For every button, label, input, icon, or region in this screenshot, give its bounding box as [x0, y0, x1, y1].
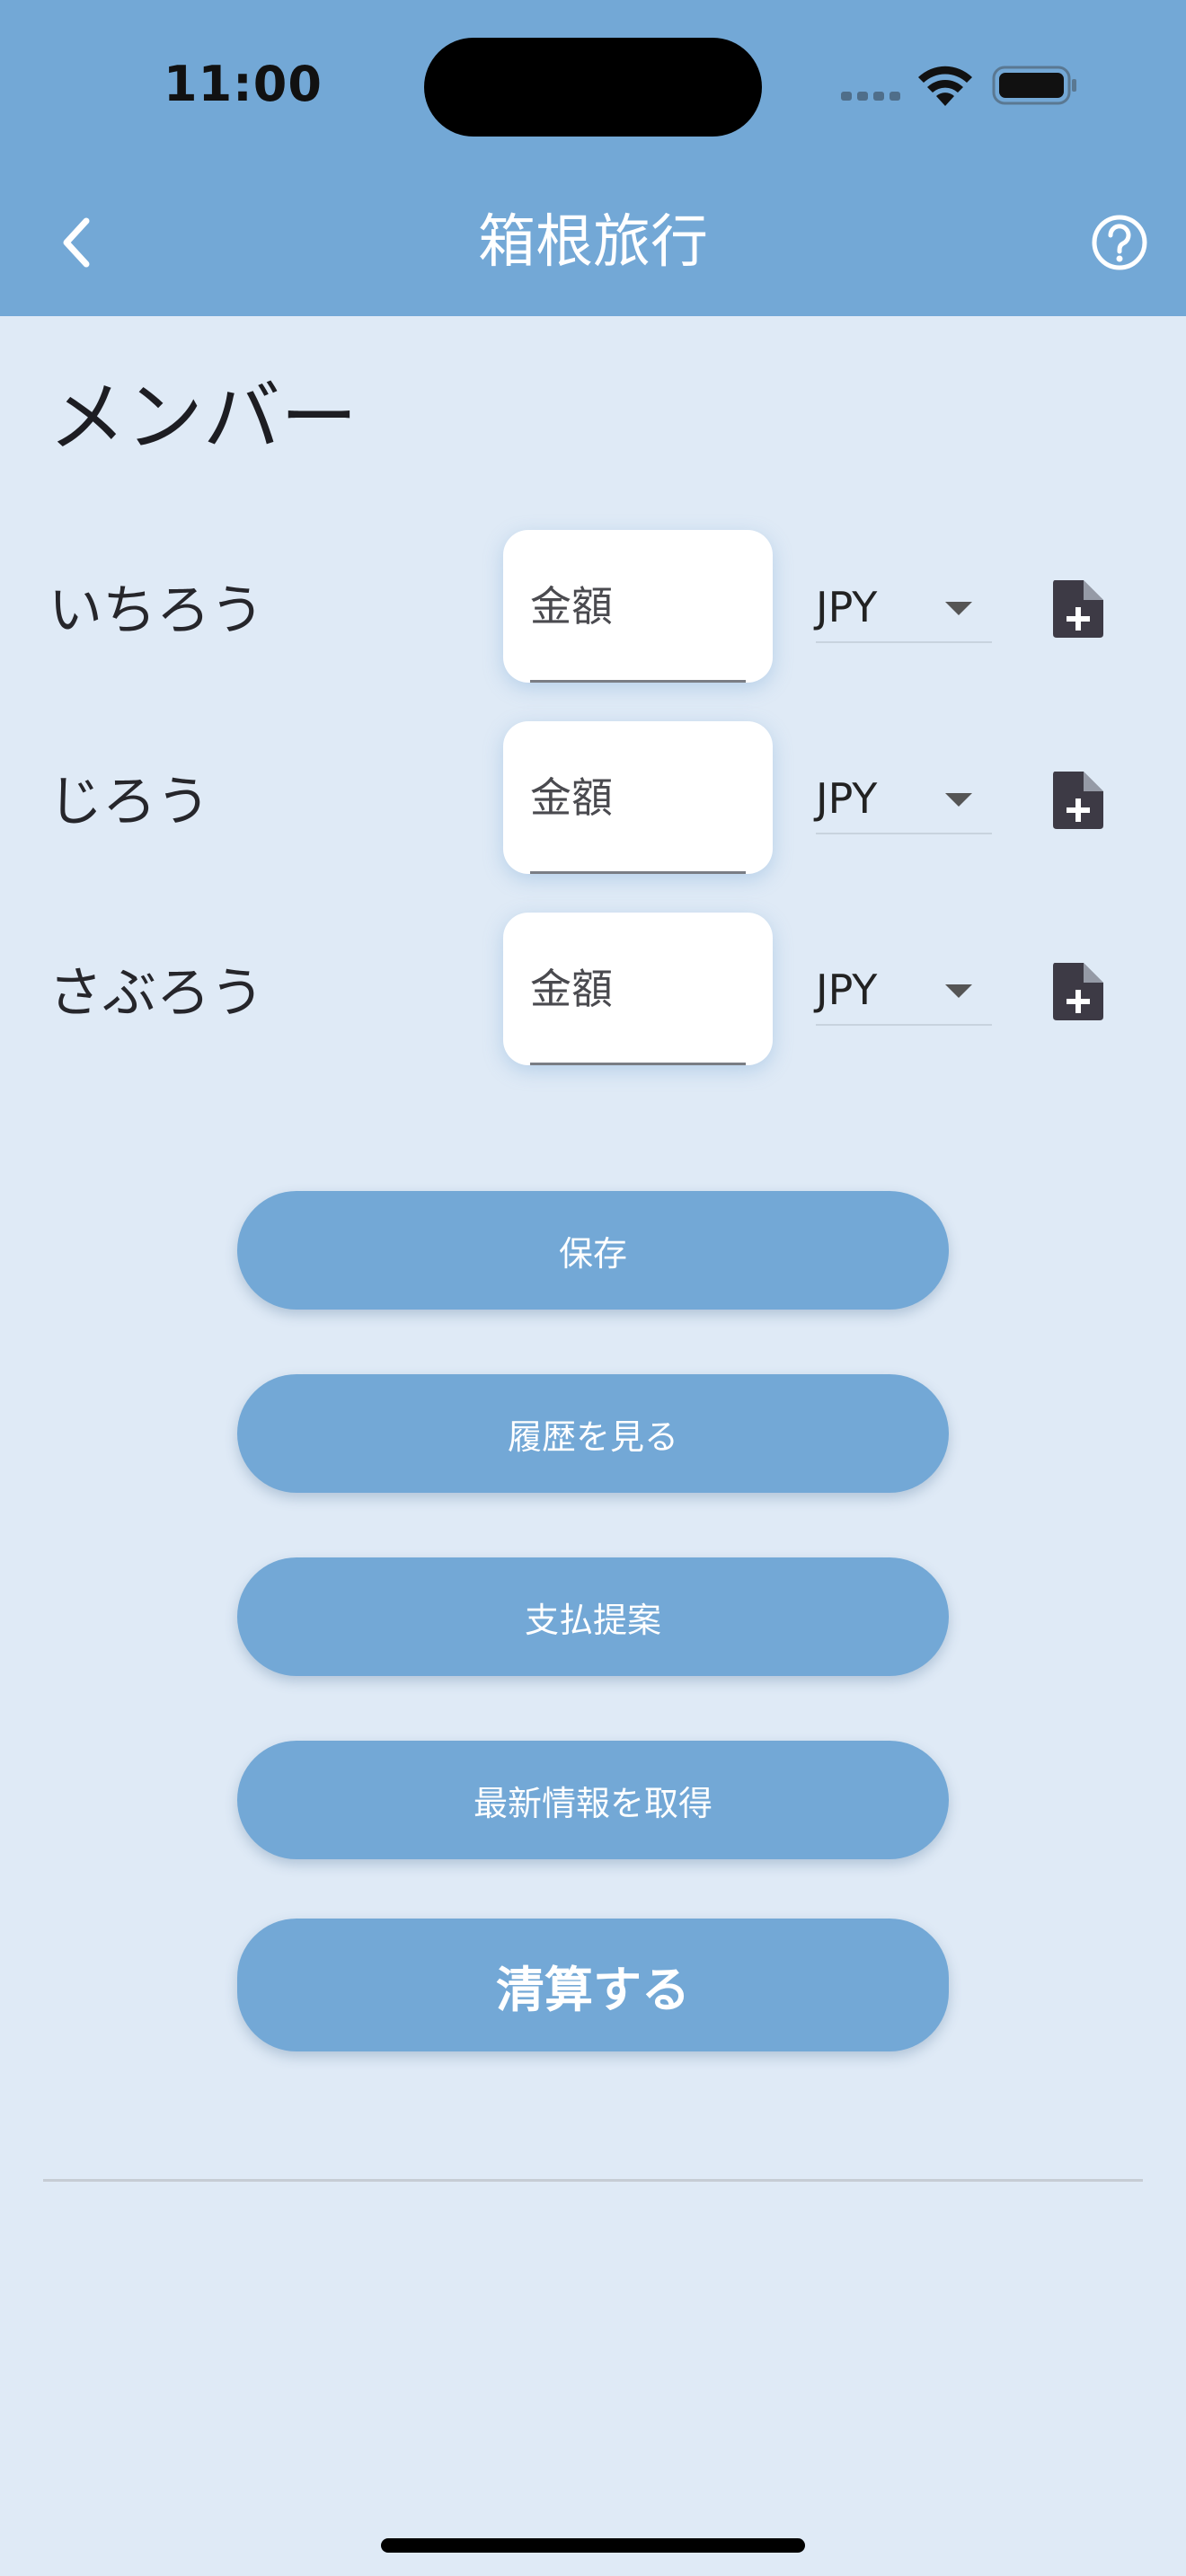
app-header: 11:00 箱根旅行 [0, 0, 1186, 316]
currency-value: JPY [816, 583, 878, 631]
caret-down-icon [945, 602, 972, 615]
currency-dropdown[interactable]: JPY [816, 764, 992, 834]
wifi-icon [918, 66, 972, 106]
status-time: 11:00 [164, 56, 323, 112]
member-row-jiro: じろう JPY [0, 721, 1186, 874]
input-underline [530, 871, 746, 874]
member-row-saburo: さぶろう JPY [0, 913, 1186, 1065]
amount-input[interactable] [530, 575, 746, 638]
battery-icon [992, 66, 1076, 105]
chevron-left-icon [63, 217, 90, 268]
amount-field[interactable] [503, 913, 773, 1065]
currency-value: JPY [816, 774, 878, 823]
fetch-latest-button[interactable]: 最新情報を取得 [237, 1741, 949, 1859]
view-history-button[interactable]: 履歴を見る [237, 1374, 949, 1493]
back-button[interactable] [47, 205, 104, 280]
currency-dropdown[interactable]: JPY [816, 573, 992, 643]
payment-proposal-button[interactable]: 支払提案 [237, 1557, 949, 1676]
home-indicator [381, 2538, 805, 2553]
members-heading: メンバー [49, 373, 358, 463]
amount-field[interactable] [503, 530, 773, 683]
caret-down-icon [945, 793, 972, 807]
amount-input[interactable] [530, 957, 746, 1020]
dynamic-island [424, 38, 762, 137]
add-document-button[interactable] [1049, 577, 1107, 641]
input-underline [530, 1063, 746, 1065]
member-row-ichiro: いちろう JPY [0, 530, 1186, 683]
help-button[interactable] [1089, 212, 1150, 273]
add-document-button[interactable] [1049, 959, 1107, 1024]
member-name: さぶろう [49, 962, 264, 1025]
page-title: 箱根旅行 [478, 209, 708, 276]
amount-field[interactable] [503, 721, 773, 874]
divider [43, 2179, 1143, 2182]
caret-down-icon [945, 984, 972, 998]
cellular-signal-icon [841, 92, 900, 101]
amount-input[interactable] [530, 766, 746, 829]
currency-dropdown[interactable]: JPY [816, 956, 992, 1026]
input-underline [530, 680, 746, 683]
settle-button[interactable]: 清算する [237, 1919, 949, 2051]
add-document-button[interactable] [1049, 768, 1107, 833]
currency-value: JPY [816, 966, 878, 1014]
member-name: いちろう [49, 579, 264, 642]
save-button[interactable]: 保存 [237, 1191, 949, 1310]
member-name: じろう [49, 771, 210, 834]
